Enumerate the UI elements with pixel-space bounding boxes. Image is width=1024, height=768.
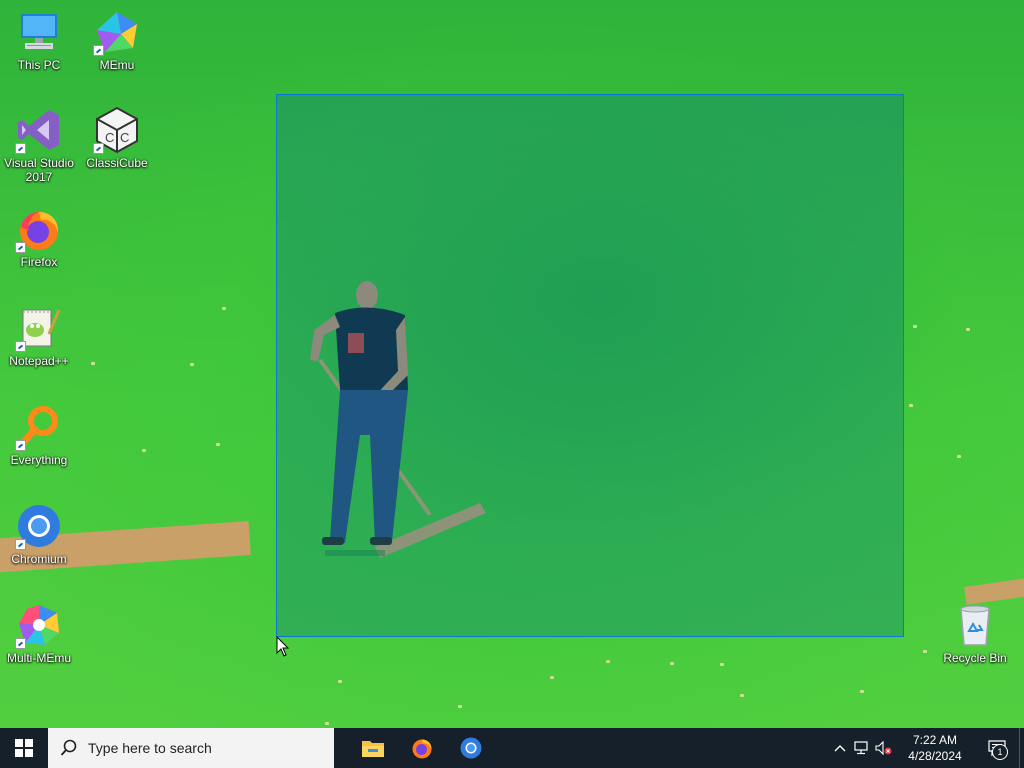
shortcut-arrow-icon: [15, 440, 26, 451]
mouse-cursor-icon: [276, 636, 290, 657]
show-hidden-icons-button[interactable]: [829, 728, 851, 768]
shortcut-arrow-icon: [15, 242, 26, 253]
desktop-icon-label: Chromium: [11, 552, 67, 566]
desktop-icon-label: Notepad++: [9, 354, 69, 368]
notification-count-badge: 1: [992, 744, 1008, 760]
network-button[interactable]: [851, 728, 873, 768]
shortcut-arrow-icon: [15, 638, 26, 649]
desktop-icon-multi-memu[interactable]: Multi-MEmu: [2, 601, 76, 665]
selection-rectangle: [276, 94, 904, 637]
desktop-icon-label: Firefox: [20, 255, 58, 269]
svg-text:C: C: [105, 130, 114, 145]
desktop-icon-classicube[interactable]: C C ClassiCube: [80, 106, 154, 170]
taskbar-file-explorer[interactable]: [348, 728, 397, 768]
start-button[interactable]: [0, 728, 48, 768]
desktop-icon-this-pc[interactable]: This PC: [2, 8, 76, 72]
taskbar: Type here to search 7:22 AM 4/28/2024 1: [0, 728, 1024, 768]
network-icon: [854, 741, 868, 755]
firefox-icon: [412, 739, 432, 759]
shortcut-arrow-icon: [93, 143, 104, 154]
taskbar-search-box[interactable]: Type here to search: [48, 728, 334, 768]
shortcut-arrow-icon: [15, 341, 26, 352]
desktop[interactable]: This PC MEmu Visual Studio 2017 C C Clas…: [0, 0, 1024, 728]
computer-icon: [21, 14, 57, 49]
desktop-icon-label: Multi-MEmu: [6, 651, 71, 665]
desktop-icon-label: Everything: [10, 453, 68, 467]
desktop-icon-label: ClassiCube: [86, 156, 148, 170]
volume-muted-icon: [875, 741, 892, 755]
recycle-bin-icon: [960, 605, 990, 646]
shortcut-arrow-icon: [93, 45, 104, 56]
file-explorer-icon: [361, 741, 384, 757]
desktop-icon-everything[interactable]: Everything: [2, 403, 76, 467]
clock-time: 7:22 AM: [912, 733, 958, 747]
taskbar-clock[interactable]: 7:22 AM 4/28/2024: [895, 732, 975, 764]
search-icon: [60, 739, 77, 756]
desktop-icon-memu[interactable]: MEmu: [80, 8, 154, 72]
show-desktop-button[interactable]: [1019, 728, 1024, 768]
system-tray: 7:22 AM 4/28/2024 1: [829, 728, 1024, 768]
svg-text:C: C: [120, 130, 129, 145]
taskbar-chromium[interactable]: [446, 728, 495, 768]
desktop-icon-chromium[interactable]: Chromium: [2, 502, 76, 566]
taskbar-firefox[interactable]: [397, 728, 446, 768]
windows-logo-icon: [15, 739, 33, 757]
volume-button[interactable]: [873, 728, 895, 768]
desktop-icon-firefox[interactable]: Firefox: [2, 205, 76, 269]
desktop-icon-notepadpp[interactable]: Notepad++: [2, 304, 76, 368]
desktop-icon-recycle-bin[interactable]: Recycle Bin: [938, 601, 1012, 665]
desktop-icon-label: Visual Studio 2017: [4, 156, 74, 184]
action-center-button[interactable]: 1: [975, 728, 1019, 768]
desktop-icon-label: Recycle Bin: [943, 651, 1007, 665]
chromium-icon: [460, 737, 481, 759]
desktop-icon-label: This PC: [17, 58, 61, 72]
chevron-up-icon: [834, 745, 846, 752]
shortcut-arrow-icon: [15, 539, 26, 550]
shortcut-arrow-icon: [15, 143, 26, 154]
search-placeholder: Type here to search: [88, 740, 212, 756]
clock-date: 4/28/2024: [908, 749, 962, 763]
desktop-icon-label: MEmu: [99, 58, 135, 72]
desktop-icon-visual-studio[interactable]: Visual Studio 2017: [2, 106, 76, 184]
